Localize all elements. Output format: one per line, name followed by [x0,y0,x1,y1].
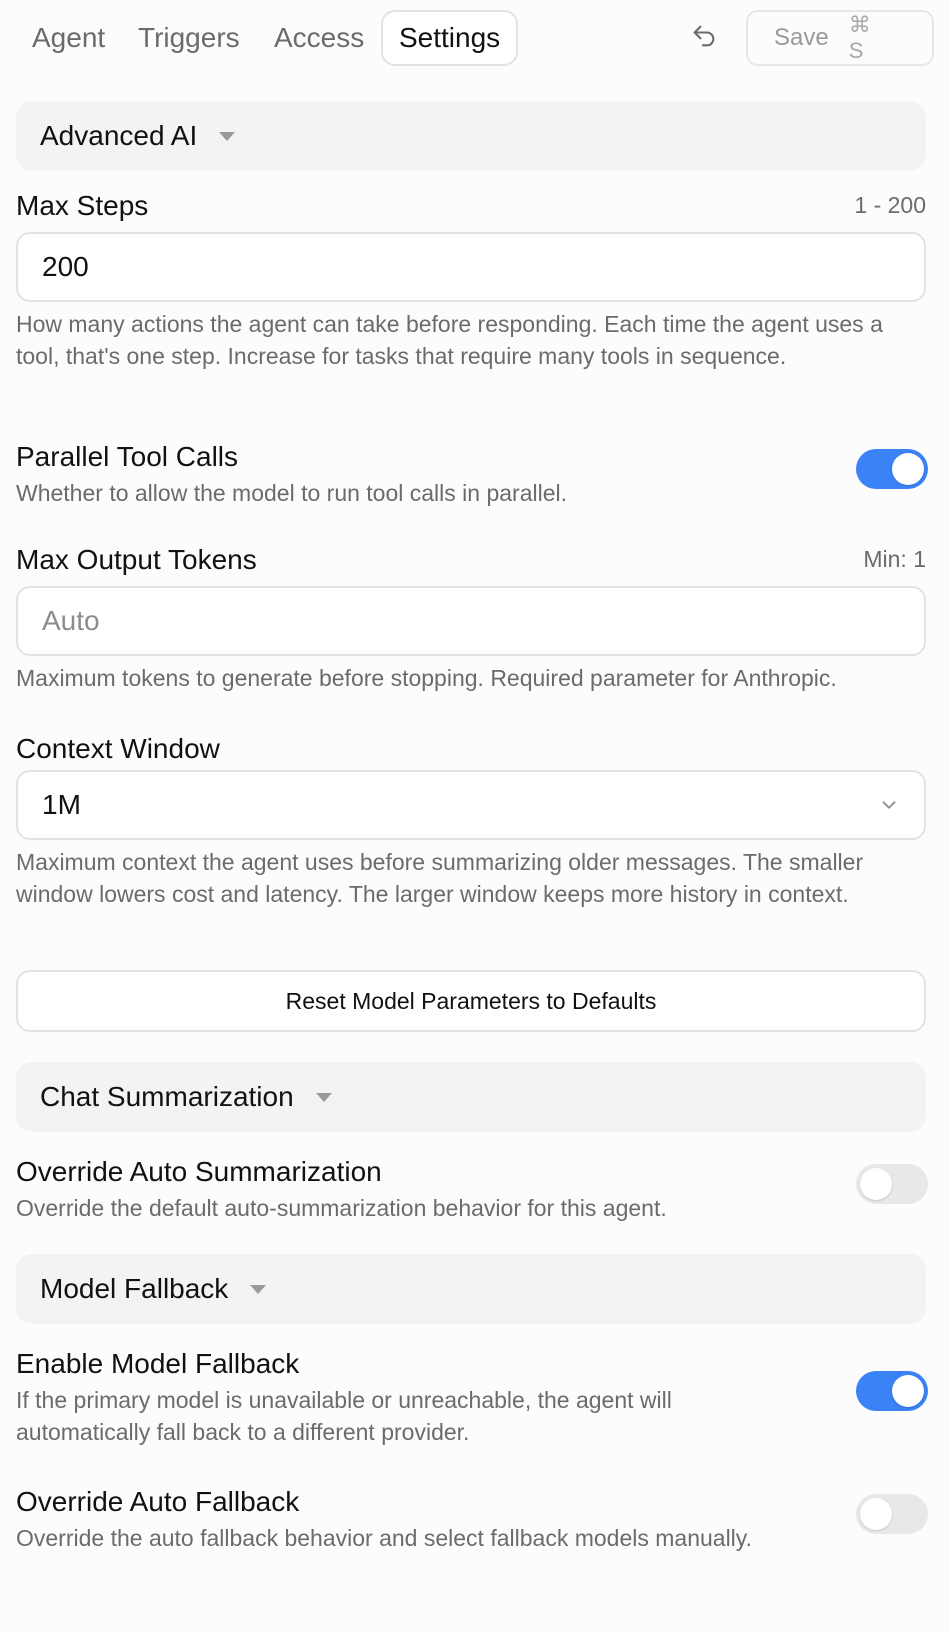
max-steps-description: How many actions the agent can take befo… [16,311,883,369]
caret-down-icon [250,1284,267,1294]
parallel-tool-calls-label: Parallel Tool Calls [16,441,239,472]
max-output-tokens-description: Maximum tokens to generate before stoppi… [16,665,837,691]
reset-model-parameters-button[interactable]: Reset Model Parameters to Defaults [16,970,926,1032]
toggle-knob [860,1498,892,1530]
section-advanced-ai[interactable]: Advanced AI [16,101,926,171]
undo-button[interactable] [686,20,722,56]
parallel-tool-calls-toggle[interactable] [856,449,928,489]
save-label: Save [774,24,829,51]
override-auto-summarization-label: Override Auto Summarization [16,1156,382,1187]
enable-model-fallback-description: If the primary model is unavailable or u… [16,1387,672,1445]
override-auto-fallback-toggle[interactable] [856,1494,928,1534]
caret-down-icon [315,1092,332,1102]
toggle-knob [860,1168,892,1200]
enable-model-fallback-label: Enable Model Fallback [16,1348,300,1379]
tab-bar: Agent Triggers Access Settings Save ⌘ S [0,0,950,80]
max-output-tokens-input[interactable] [16,586,926,656]
parallel-tool-calls-description: Whether to allow the model to run tool c… [16,480,568,506]
save-shortcut: ⌘ S [848,12,885,63]
max-steps-range: 1 - 200 [854,192,926,218]
override-auto-fallback-label: Override Auto Fallback [16,1486,300,1517]
save-button[interactable]: Save ⌘ S [746,10,934,66]
tab-access[interactable]: Access [274,10,364,66]
max-output-tokens-range: Min: 1 [863,546,926,572]
max-steps-label: Max Steps [16,190,149,221]
caret-down-icon [219,131,236,141]
section-chat-summarization[interactable]: Chat Summarization [16,1062,926,1132]
override-auto-summarization-description: Override the default auto-summarization … [16,1195,667,1221]
chevron-down-icon [878,794,900,816]
toggle-knob [892,453,924,485]
section-title: Chat Summarization [40,1081,294,1112]
context-window-description: Maximum context the agent uses before su… [16,849,864,907]
max-output-tokens-label: Max Output Tokens [16,544,257,575]
section-title: Advanced AI [40,120,198,151]
context-window-label: Context Window [16,733,220,764]
undo-icon [690,22,718,55]
section-title: Model Fallback [40,1273,229,1304]
max-steps-input[interactable] [16,232,926,302]
tab-agent[interactable]: Agent [32,10,105,66]
toggle-knob [892,1375,924,1407]
tab-settings[interactable]: Settings [381,10,519,66]
override-auto-summarization-toggle[interactable] [856,1164,928,1204]
enable-model-fallback-toggle[interactable] [856,1371,928,1411]
context-window-select[interactable]: 1M [16,770,926,840]
override-auto-fallback-description: Override the auto fallback behavior and … [16,1525,752,1551]
section-model-fallback[interactable]: Model Fallback [16,1254,926,1324]
context-window-value: 1M [42,789,81,820]
tab-triggers[interactable]: Triggers [138,10,240,66]
